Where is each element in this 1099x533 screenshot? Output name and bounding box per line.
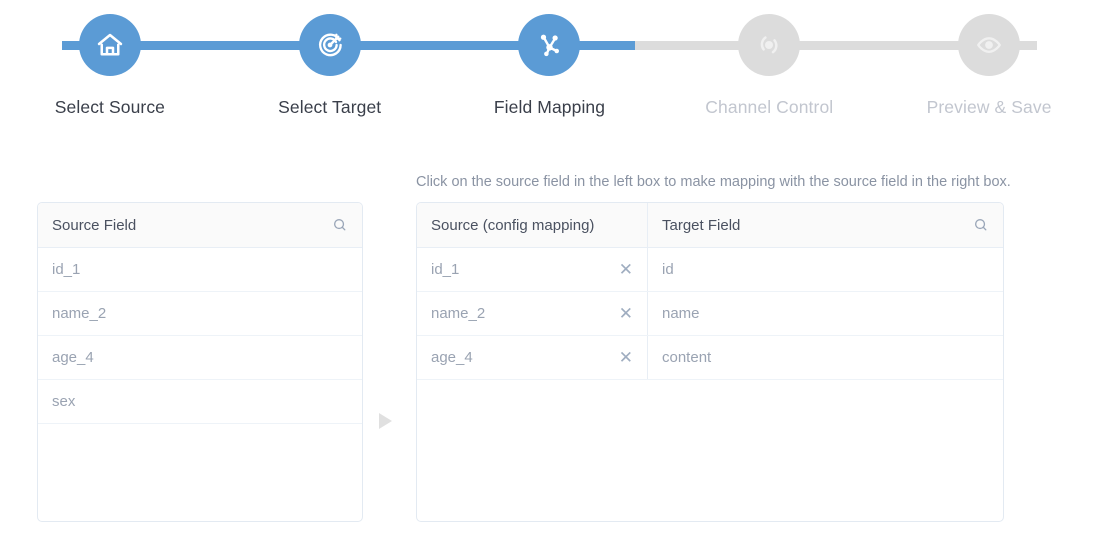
search-icon[interactable] (332, 217, 348, 233)
mapping-target-value: id (662, 261, 674, 278)
stepper-steps: Select Source Select Target Field Mappin… (0, 0, 1099, 130)
target-icon (315, 30, 345, 60)
mapping-panel: Source (config mapping) Target Field id_… (416, 202, 1004, 522)
source-field-header-cell: Source Field (38, 203, 362, 247)
mapping-target-cell: content (648, 336, 1003, 379)
mapping-source-header-cell: Source (config mapping) (417, 203, 648, 247)
mapping-table-row[interactable]: id_1 ✕ id (417, 248, 1003, 292)
step-select-target-circle (298, 14, 361, 76)
source-field-cell: name_2 (38, 292, 362, 335)
dial-icon (754, 30, 784, 60)
mapping-target-cell: id (648, 248, 1003, 291)
source-field-row[interactable]: name_2 (38, 292, 362, 336)
wizard-stepper: Select Source Select Target Field Mappin… (0, 0, 1099, 130)
source-field-row[interactable]: id_1 (38, 248, 362, 292)
mapping-target-cell: name (648, 292, 1003, 335)
mapping-table-header: Source (config mapping) Target Field (417, 203, 1003, 248)
mapping-target-value: content (662, 349, 712, 366)
mapping-table-row[interactable]: age_4 ✕ content (417, 336, 1003, 380)
source-field-panel: Source Field id_1 name_2 age_4 sex (37, 202, 363, 522)
mapping-table: Source (config mapping) Target Field id_… (417, 203, 1003, 380)
step-preview-save-label: Preview & Save (926, 97, 1052, 117)
close-icon[interactable]: ✕ (619, 261, 633, 278)
step-select-source[interactable]: Select Source (0, 0, 220, 130)
source-field-value: sex (52, 393, 76, 410)
source-field-table-header: Source Field (38, 203, 362, 248)
source-field-header-label: Source Field (52, 216, 137, 234)
source-field-cell: id_1 (38, 248, 362, 291)
step-field-mapping-circle (518, 14, 581, 76)
source-field-cell: age_4 (38, 336, 362, 379)
close-icon[interactable]: ✕ (619, 349, 633, 366)
step-channel-control[interactable]: Channel Control (659, 0, 879, 130)
mapping-source-value: id_1 (431, 261, 460, 278)
step-channel-control-label: Channel Control (705, 97, 834, 117)
mapping-table-row[interactable]: name_2 ✕ name (417, 292, 1003, 336)
mapping-target-header-cell: Target Field (648, 203, 1003, 247)
source-field-value: name_2 (52, 305, 107, 322)
step-channel-control-circle (738, 14, 801, 76)
source-field-value: id_1 (52, 261, 81, 278)
step-field-mapping-label: Field Mapping (493, 97, 606, 117)
arrow-right-icon (379, 413, 392, 429)
source-field-table: Source Field id_1 name_2 age_4 sex (38, 203, 362, 424)
step-select-target-label: Select Target (278, 97, 382, 117)
mapping-source-value: name_2 (431, 305, 486, 322)
source-field-row[interactable]: sex (38, 380, 362, 424)
mapping-target-value: name (662, 305, 700, 322)
node-graph-icon (534, 30, 564, 60)
source-field-value: age_4 (52, 349, 94, 366)
step-field-mapping[interactable]: Field Mapping (440, 0, 660, 130)
mapping-source-cell: age_4 ✕ (417, 336, 648, 379)
eye-icon (974, 30, 1004, 60)
step-select-source-label: Select Source (54, 97, 166, 117)
mapping-source-cell: id_1 ✕ (417, 248, 648, 291)
close-icon[interactable]: ✕ (619, 305, 633, 322)
search-icon[interactable] (973, 217, 989, 233)
source-field-cell: sex (38, 380, 362, 423)
step-preview-save[interactable]: Preview & Save (879, 0, 1099, 130)
home-icon (95, 30, 125, 60)
step-select-source-circle (78, 14, 141, 76)
mapping-source-header-label: Source (config mapping) (431, 216, 595, 234)
mapping-source-value: age_4 (431, 349, 473, 366)
mapping-source-cell: name_2 ✕ (417, 292, 648, 335)
mapping-hint-text: Click on the source field in the left bo… (416, 174, 1011, 190)
step-preview-save-circle (958, 14, 1021, 76)
step-select-target[interactable]: Select Target (220, 0, 440, 130)
source-field-row[interactable]: age_4 (38, 336, 362, 380)
mapping-target-header-label: Target Field (662, 216, 741, 234)
